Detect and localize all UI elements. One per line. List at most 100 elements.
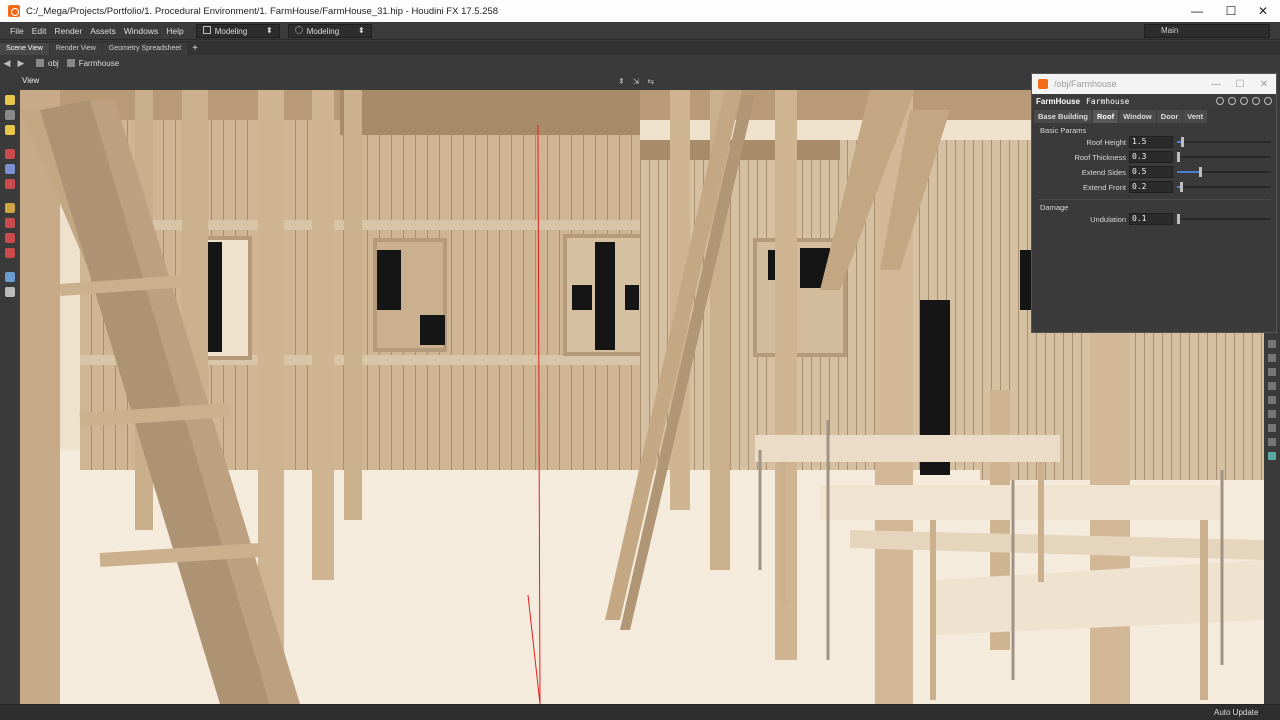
- slider-handle[interactable]: [1177, 152, 1180, 162]
- node-icon: [66, 59, 75, 67]
- desktop-label: Modeling: [214, 26, 248, 36]
- grid-snap-icon[interactable]: [5, 233, 15, 243]
- node-header: FarmHouse Farmhouse: [1032, 94, 1276, 108]
- shelf-label: Modeling: [306, 26, 340, 36]
- wireframe-icon[interactable]: [1268, 354, 1276, 362]
- record-icon[interactable]: [5, 179, 15, 189]
- background-icon[interactable]: [1268, 396, 1276, 404]
- select-tool-icon[interactable]: [5, 95, 15, 105]
- main-desktop-selector[interactable]: Main: [1144, 24, 1270, 38]
- tab-window[interactable]: Window: [1119, 110, 1156, 123]
- node-type-label: FarmHouse: [1036, 96, 1081, 106]
- tab-door[interactable]: Door: [1156, 110, 1183, 123]
- menu-edit[interactable]: Edit: [28, 26, 51, 36]
- lock-icon[interactable]: [5, 287, 15, 297]
- section-divider: [1038, 199, 1270, 200]
- param-label: Roof Thickness: [1074, 153, 1126, 162]
- info-icon[interactable]: [1252, 97, 1260, 105]
- tab-roof[interactable]: Roof: [1093, 110, 1119, 123]
- points-icon[interactable]: [1268, 424, 1276, 432]
- help-icon[interactable]: [1228, 97, 1236, 105]
- parameter-tabs: Base Building Roof Window Door Vent: [1032, 110, 1276, 123]
- close-button[interactable]: ✕: [1252, 74, 1276, 94]
- tab-base-building[interactable]: Base Building: [1034, 110, 1093, 123]
- view-tool-icon[interactable]: [5, 272, 15, 282]
- snap-icon[interactable]: ⇲: [633, 77, 640, 86]
- param-extend-sides: Extend Sides 0.5: [1032, 165, 1276, 180]
- slider-handle[interactable]: [1181, 137, 1184, 147]
- node-name-field[interactable]: Farmhouse: [1086, 97, 1129, 106]
- param-slider[interactable]: [1177, 182, 1271, 192]
- slider-fill: [1177, 171, 1200, 173]
- desktop-selector[interactable]: Modeling ⬍: [195, 23, 280, 38]
- param-extend-front: Extend Front 0.2: [1032, 180, 1276, 195]
- pane-tabs: Scene View Render View Geometry Spreadsh…: [0, 41, 1280, 55]
- param-slider[interactable]: [1177, 152, 1271, 162]
- menu-file[interactable]: File: [6, 26, 28, 36]
- menu-assets[interactable]: Assets: [86, 26, 120, 36]
- camera-icon[interactable]: ⇞: [618, 77, 625, 86]
- display-icon[interactable]: [1268, 340, 1276, 348]
- param-value-field[interactable]: 0.2: [1129, 181, 1173, 193]
- pose-tool-icon[interactable]: [5, 149, 15, 159]
- window-title: C:/_Mega/Projects/Portfolio/1. Procedura…: [26, 5, 499, 17]
- tab-scene-view[interactable]: Scene View: [0, 43, 49, 55]
- desktop-icon: [202, 25, 211, 34]
- breadcrumb-obj[interactable]: obj: [36, 59, 59, 68]
- section-basic-params: Basic Params: [1040, 126, 1087, 135]
- folder-icon: [36, 59, 44, 67]
- parameter-window-titlebar: /obj/Farmhouse — ☐ ✕: [1032, 74, 1276, 94]
- param-value-field[interactable]: 0.5: [1129, 166, 1173, 178]
- add-tab-button[interactable]: +: [188, 43, 202, 55]
- gear-icon[interactable]: [1216, 97, 1224, 105]
- display-options-icon[interactable]: ⇆: [647, 77, 654, 86]
- param-roof-height: Roof Height 1.5: [1032, 135, 1276, 150]
- param-label: Extend Sides: [1081, 168, 1126, 177]
- slider-handle[interactable]: [1177, 214, 1180, 224]
- shading-icon[interactable]: [1268, 368, 1276, 376]
- chevron-down-icon: ⬍: [358, 26, 365, 35]
- visualizer-icon[interactable]: [1268, 452, 1276, 460]
- ghost-icon[interactable]: [1268, 410, 1276, 418]
- snapping-icon[interactable]: [5, 203, 15, 213]
- slider-handle[interactable]: [1180, 182, 1183, 192]
- shelf-icon: [294, 25, 303, 34]
- normals-icon[interactable]: [1268, 438, 1276, 446]
- back-arrow-icon[interactable]: ◀: [0, 58, 14, 69]
- param-slider[interactable]: [1177, 137, 1271, 147]
- tab-render-view[interactable]: Render View: [49, 43, 102, 55]
- curve-snap-icon[interactable]: [5, 248, 15, 258]
- menu-windows[interactable]: Windows: [120, 26, 162, 36]
- minimize-button[interactable]: —: [1204, 74, 1228, 94]
- slider-handle[interactable]: [1199, 167, 1202, 177]
- param-value-field[interactable]: 0.3: [1129, 151, 1173, 163]
- param-slider[interactable]: [1177, 214, 1271, 224]
- more-icon[interactable]: [1264, 97, 1272, 105]
- minimize-button[interactable]: —: [1180, 0, 1214, 22]
- maximize-button[interactable]: ☐: [1228, 74, 1252, 94]
- param-roof-thickness: Roof Thickness 0.3: [1032, 150, 1276, 165]
- param-slider[interactable]: [1177, 167, 1271, 177]
- tab-vent[interactable]: Vent: [1183, 110, 1208, 123]
- menu-help[interactable]: Help: [162, 26, 187, 36]
- param-value-field[interactable]: 1.5: [1129, 136, 1173, 148]
- transform-tool-icon[interactable]: [5, 110, 15, 120]
- auto-update-button[interactable]: Auto Update: [1214, 708, 1258, 717]
- menu-render[interactable]: Render: [50, 26, 86, 36]
- shelf-selector[interactable]: Modeling ⬍: [287, 23, 372, 38]
- param-value-field[interactable]: 0.1: [1129, 213, 1173, 225]
- forward-arrow-icon[interactable]: ▶: [14, 58, 28, 69]
- maximize-button[interactable]: ☐: [1214, 0, 1248, 22]
- camera-tool-icon[interactable]: [5, 164, 15, 174]
- close-button[interactable]: ✕: [1246, 0, 1280, 22]
- magnet-icon[interactable]: [5, 218, 15, 228]
- handle-tool-icon[interactable]: [5, 125, 15, 135]
- menu-bar: File Edit Render Assets Windows Help Mod…: [0, 22, 1280, 40]
- breadcrumb-farmhouse[interactable]: Farmhouse: [66, 59, 119, 68]
- window-titlebar: C:/_Mega/Projects/Portfolio/1. Procedura…: [0, 0, 1280, 22]
- breadcrumb-obj-label: obj: [48, 58, 59, 68]
- status-bar: Auto Update: [0, 704, 1280, 720]
- tab-geometry-spreadsheet[interactable]: Geometry Spreadsheet: [102, 43, 188, 55]
- lighting-icon[interactable]: [1268, 382, 1276, 390]
- search-icon[interactable]: [1240, 97, 1248, 105]
